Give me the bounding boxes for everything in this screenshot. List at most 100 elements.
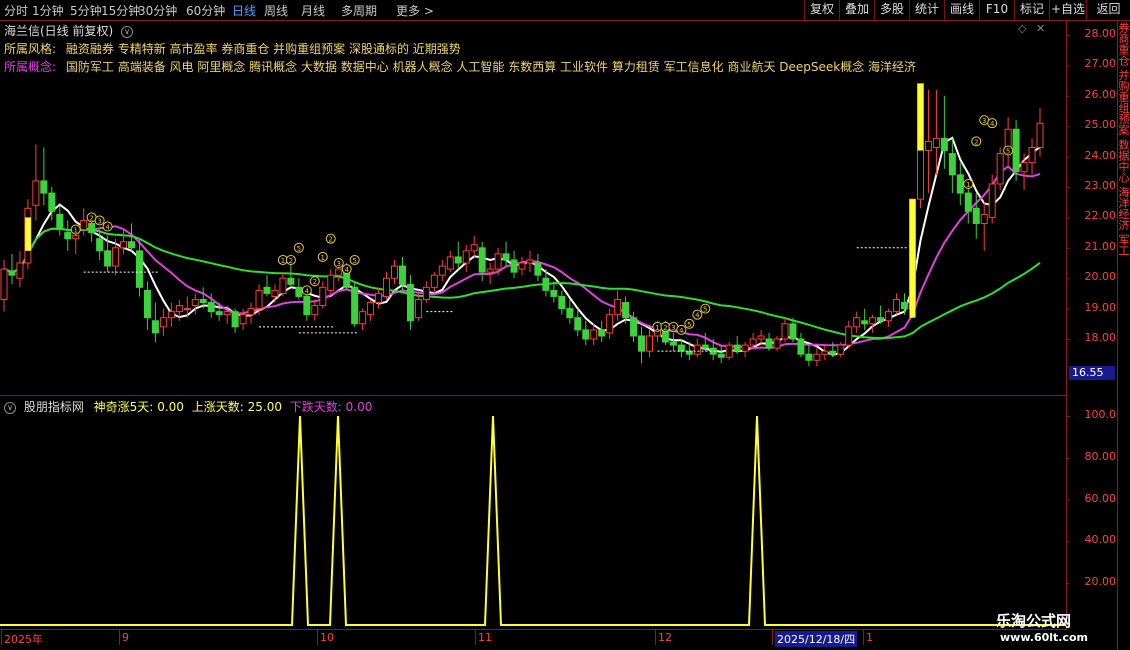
candle [295, 278, 303, 300]
v2-value: 25.00 [247, 400, 282, 414]
svg-text:4: 4 [990, 120, 995, 128]
candle [566, 299, 574, 324]
candle [1004, 117, 1012, 166]
candle [638, 326, 646, 364]
candle [478, 241, 486, 282]
svg-text:4: 4 [695, 312, 700, 320]
x-tick-1: 9 [122, 631, 129, 644]
x-tick-0: 2025年 [4, 633, 43, 646]
candle [717, 345, 725, 364]
candle [470, 235, 478, 257]
svg-text:2: 2 [663, 324, 667, 332]
indicator-tick-2: 60.00 [1084, 491, 1117, 505]
signal-marker: 1 [963, 178, 974, 189]
candle [311, 299, 319, 321]
v2-label: 上涨天数: [191, 400, 244, 414]
collapse-icon[interactable]: ∨ [4, 401, 16, 414]
svg-text:5: 5 [1006, 148, 1010, 156]
v1-value: 0.00 [157, 400, 184, 414]
svg-text:1: 1 [655, 324, 659, 332]
x-tick-4: 12 [658, 631, 672, 644]
svg-text:5: 5 [703, 306, 707, 314]
candle [924, 89, 932, 194]
candle [430, 272, 438, 294]
candle [518, 256, 526, 276]
svg-text:4: 4 [105, 224, 110, 232]
svg-text:2: 2 [329, 236, 333, 244]
candle [351, 281, 359, 327]
price-tick-5: 23.00 [1084, 179, 1117, 192]
x-tick-5: 2025/12/18/四 [775, 631, 858, 647]
candle [327, 269, 335, 294]
signal-marker: 2 [971, 136, 982, 147]
candle [781, 317, 789, 343]
candle [598, 320, 606, 343]
svg-text:3: 3 [982, 117, 986, 125]
candle [406, 275, 414, 330]
x-tick-6: 1 [866, 631, 873, 644]
price-tick-10: 18.00 [1084, 331, 1117, 344]
indicator-name: 股朋指标网 [23, 400, 84, 414]
price-tick-2: 26.00 [1084, 87, 1117, 101]
x-tick-3: 11 [478, 631, 492, 644]
candle [765, 332, 773, 352]
svg-text:2: 2 [289, 257, 293, 265]
candle [319, 281, 327, 309]
candle [996, 147, 1004, 191]
signal-bar [917, 83, 924, 151]
candle [8, 253, 16, 285]
signal-marker: 4 [341, 264, 352, 275]
svg-text:4: 4 [344, 266, 349, 274]
candle [574, 308, 582, 336]
candle [606, 308, 614, 339]
watermark-site: 乐淘公式网 [996, 612, 1072, 630]
candle [861, 308, 869, 330]
candle [56, 205, 64, 236]
candle [120, 229, 128, 254]
svg-text:2: 2 [89, 214, 93, 222]
price-chart[interactable]: 12 341 2542123451 2 3 4545123 45 [0, 0, 1130, 650]
price-tick-3: 25.00 [1084, 118, 1117, 132]
signal-marker: 4 [692, 309, 703, 320]
candle [582, 320, 590, 346]
candle [0, 259, 8, 312]
candle [375, 287, 383, 309]
candle [446, 250, 454, 273]
candle [885, 308, 893, 327]
svg-text:5: 5 [687, 321, 691, 329]
candle [462, 244, 470, 273]
candle [869, 314, 877, 333]
svg-text:2: 2 [974, 138, 978, 146]
candle [16, 250, 24, 288]
watermark-url: www.60lt.com [1000, 631, 1089, 644]
svg-text:1: 1 [321, 254, 325, 262]
candle [821, 345, 829, 361]
indicator-tick-4: 20.00 [1084, 575, 1117, 589]
signal-marker: 5 [1003, 145, 1014, 156]
signal-marker: 5 [293, 242, 304, 253]
candle [367, 299, 375, 321]
candle [893, 293, 901, 315]
price-tick-6: 22.00 [1084, 209, 1117, 223]
candle [279, 272, 287, 297]
v3-label: 下跌天数: [289, 400, 342, 414]
signal-marker: 4 [987, 118, 998, 129]
candle [526, 250, 534, 273]
svg-text:1: 1 [281, 257, 285, 265]
side-info-strip: 券商重仓 并购重组预案 数据中心 海洋经济 军工 [1118, 22, 1130, 256]
candle [143, 281, 151, 330]
candle [263, 275, 271, 297]
price-tick-1: 27.00 [1084, 57, 1117, 71]
svg-text:5: 5 [352, 257, 356, 265]
candle [797, 332, 805, 358]
price-tick-9: 19.00 [1084, 300, 1117, 314]
v1-label: 神奇涨5天: [93, 400, 154, 414]
candle [956, 162, 964, 206]
candle [64, 220, 72, 251]
candle [646, 329, 654, 358]
candle [32, 144, 40, 221]
signal-marker: 4 [676, 324, 687, 335]
last-price-tag: 16.55 [1069, 366, 1115, 380]
price-tick-8: 20.00 [1084, 270, 1117, 284]
candle [805, 345, 813, 367]
